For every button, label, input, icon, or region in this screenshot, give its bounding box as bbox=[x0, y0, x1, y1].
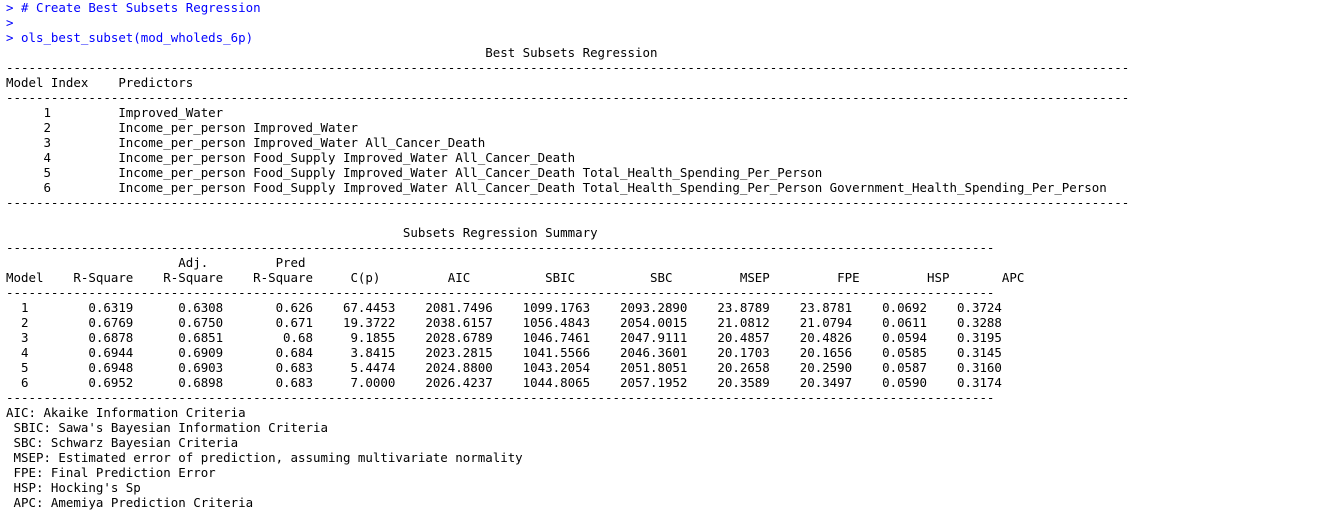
r-console-output[interactable]: > # Create Best Subsets Regression > > ols… bbox=[6, 0, 1321, 513]
console-output-line: AIC: Akaike Information Criteria bbox=[6, 405, 246, 420]
console-output-line: ----------------------------------------… bbox=[6, 240, 995, 255]
console-output-line: SBC: Schwarz Bayesian Criteria bbox=[6, 435, 239, 450]
console-input-line: > bbox=[6, 15, 14, 30]
console-output-line: 6 0.6952 0.6898 0.683 7.0000 2026.4237 1… bbox=[6, 375, 1002, 390]
console-output-line: 4 Income_per_person Food_Supply Improved… bbox=[6, 150, 576, 165]
console-output-line: FPE: Final Prediction Error bbox=[6, 465, 216, 480]
console-output-line: Best Subsets Regression bbox=[6, 45, 658, 60]
console-output-line: SBIC: Sawa's Bayesian Information Criter… bbox=[6, 420, 328, 435]
console-output-line: 5 0.6948 0.6903 0.683 5.4474 2024.8800 1… bbox=[6, 360, 1002, 375]
console-output-line: 2 0.6769 0.6750 0.671 19.3722 2038.6157 … bbox=[6, 315, 1002, 330]
console-output-line: ----------------------------------------… bbox=[6, 90, 1130, 105]
console-input-line: > ols_best_subset(mod_wholeds_6p) bbox=[6, 30, 254, 45]
console-output-line: MSEP: Estimated error of prediction, ass… bbox=[6, 450, 523, 465]
console-output-line: ----------------------------------------… bbox=[6, 390, 995, 405]
console-output-line: 1 0.6319 0.6308 0.626 67.4453 2081.7496 … bbox=[6, 300, 1002, 315]
console-output-line: ----------------------------------------… bbox=[6, 285, 995, 300]
console-output-line: APC: Amemiya Prediction Criteria bbox=[6, 495, 254, 510]
console-output-line: HSP: Hocking's Sp bbox=[6, 480, 141, 495]
console-output-line: 6 Income_per_person Food_Supply Improved… bbox=[6, 180, 1107, 195]
console-output-line: 5 Income_per_person Food_Supply Improved… bbox=[6, 165, 823, 180]
console-output-line: 3 Income_per_person Improved_Water All_C… bbox=[6, 135, 486, 150]
console-output-line: 2 Income_per_person Improved_Water bbox=[6, 120, 358, 135]
console-output-line: 4 0.6944 0.6909 0.684 3.8415 2023.2815 1… bbox=[6, 345, 1002, 360]
console-output-line: 3 0.6878 0.6851 0.68 9.1855 2028.6789 10… bbox=[6, 330, 1002, 345]
console-output-line: ----------------------------------------… bbox=[6, 60, 1130, 75]
console-input-line: > # Create Best Subsets Regression bbox=[6, 0, 261, 15]
console-output-line: ----------------------------------------… bbox=[6, 195, 1130, 210]
console-output-line: Adj. Pred bbox=[6, 255, 306, 270]
console-output-line: 1 Improved_Water bbox=[6, 105, 224, 120]
console-output-line: Model Index Predictors bbox=[6, 75, 194, 90]
console-output-line: Model R-Square R-Square R-Square C(p) AI… bbox=[6, 270, 1025, 285]
console-output-line: Subsets Regression Summary bbox=[6, 225, 598, 240]
